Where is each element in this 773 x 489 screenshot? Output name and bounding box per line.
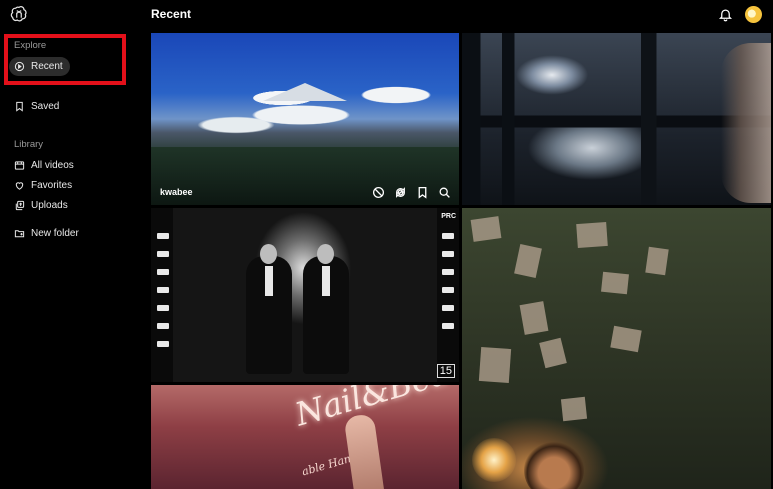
paper-note: [519, 301, 549, 335]
frame-number: 15: [436, 364, 455, 378]
video-actions: [372, 186, 451, 199]
film-hole: [157, 287, 169, 293]
paper-note: [576, 221, 608, 249]
sidebar-item-favorites[interactable]: Favorites: [9, 176, 79, 195]
avatar[interactable]: [745, 6, 762, 23]
remix-icon[interactable]: [394, 186, 407, 199]
bookmark-icon[interactable]: [416, 186, 429, 199]
new-folder-label: New folder: [31, 228, 79, 239]
film-hole: [157, 323, 169, 329]
app-logo-icon[interactable]: [10, 5, 28, 23]
video-figure: [721, 43, 771, 203]
video-card[interactable]: PRC 15: [151, 208, 459, 382]
film-hole: [157, 251, 169, 257]
uploads-icon: [15, 200, 25, 211]
paper-note: [601, 271, 629, 295]
new-folder-button[interactable]: New folder: [9, 224, 86, 243]
person-figure: [524, 440, 584, 489]
search-icon[interactable]: [438, 186, 451, 199]
video-author[interactable]: kwabee: [160, 187, 193, 197]
top-bar: Recent: [150, 0, 773, 30]
paper-note: [645, 246, 669, 276]
film-hole: [442, 251, 454, 257]
paper-note: [560, 396, 588, 422]
film-hole: [442, 287, 454, 293]
film-hole: [442, 323, 454, 329]
bell-icon[interactable]: [718, 7, 733, 22]
new-folder-icon: [14, 230, 25, 238]
sidebar-item-saved[interactable]: Saved: [9, 97, 66, 116]
man-figure: [303, 244, 349, 374]
paper-note: [610, 325, 642, 353]
film-badge: PRC: [441, 213, 456, 220]
man-figure: [246, 244, 292, 374]
bookmark-icon: [16, 101, 23, 112]
film-hole: [157, 269, 169, 275]
video-card[interactable]: kwabee: [151, 33, 459, 205]
sidebar-item-label: All videos: [31, 160, 74, 171]
heart-icon: [15, 182, 24, 190]
mountain-peak: [263, 83, 347, 101]
highlight-annotation-box: [4, 34, 126, 85]
film-hole: [442, 269, 454, 275]
sidebar-item-label: Uploads: [31, 200, 68, 211]
page-title: Recent: [151, 7, 192, 21]
hand-figure: [343, 413, 385, 489]
sidebar-item-all-videos[interactable]: All videos: [9, 156, 81, 175]
sidebar-item-label: Saved: [31, 101, 60, 112]
sidebar-item-label: Favorites: [31, 180, 73, 191]
paper-note: [470, 216, 502, 242]
video-card[interactable]: [462, 33, 771, 205]
film-hole: [442, 305, 454, 311]
video-library-icon: [14, 161, 25, 170]
block-icon[interactable]: [372, 186, 385, 199]
film-hole: [157, 305, 169, 311]
paper-note: [514, 244, 542, 278]
film-hole: [157, 341, 169, 347]
video-card[interactable]: [462, 208, 771, 489]
lamp-glow: [472, 438, 516, 482]
video-card[interactable]: Nail&Beauty able Hands: [151, 385, 459, 489]
sidebar-item-uploads[interactable]: Uploads: [9, 196, 75, 215]
sidebar: Explore Recent Saved Library All videos …: [0, 0, 150, 489]
library-section-label: Library: [14, 139, 44, 150]
paper-note: [478, 346, 512, 384]
film-hole: [442, 233, 454, 239]
paper-note: [539, 337, 567, 369]
film-hole: [157, 233, 169, 239]
